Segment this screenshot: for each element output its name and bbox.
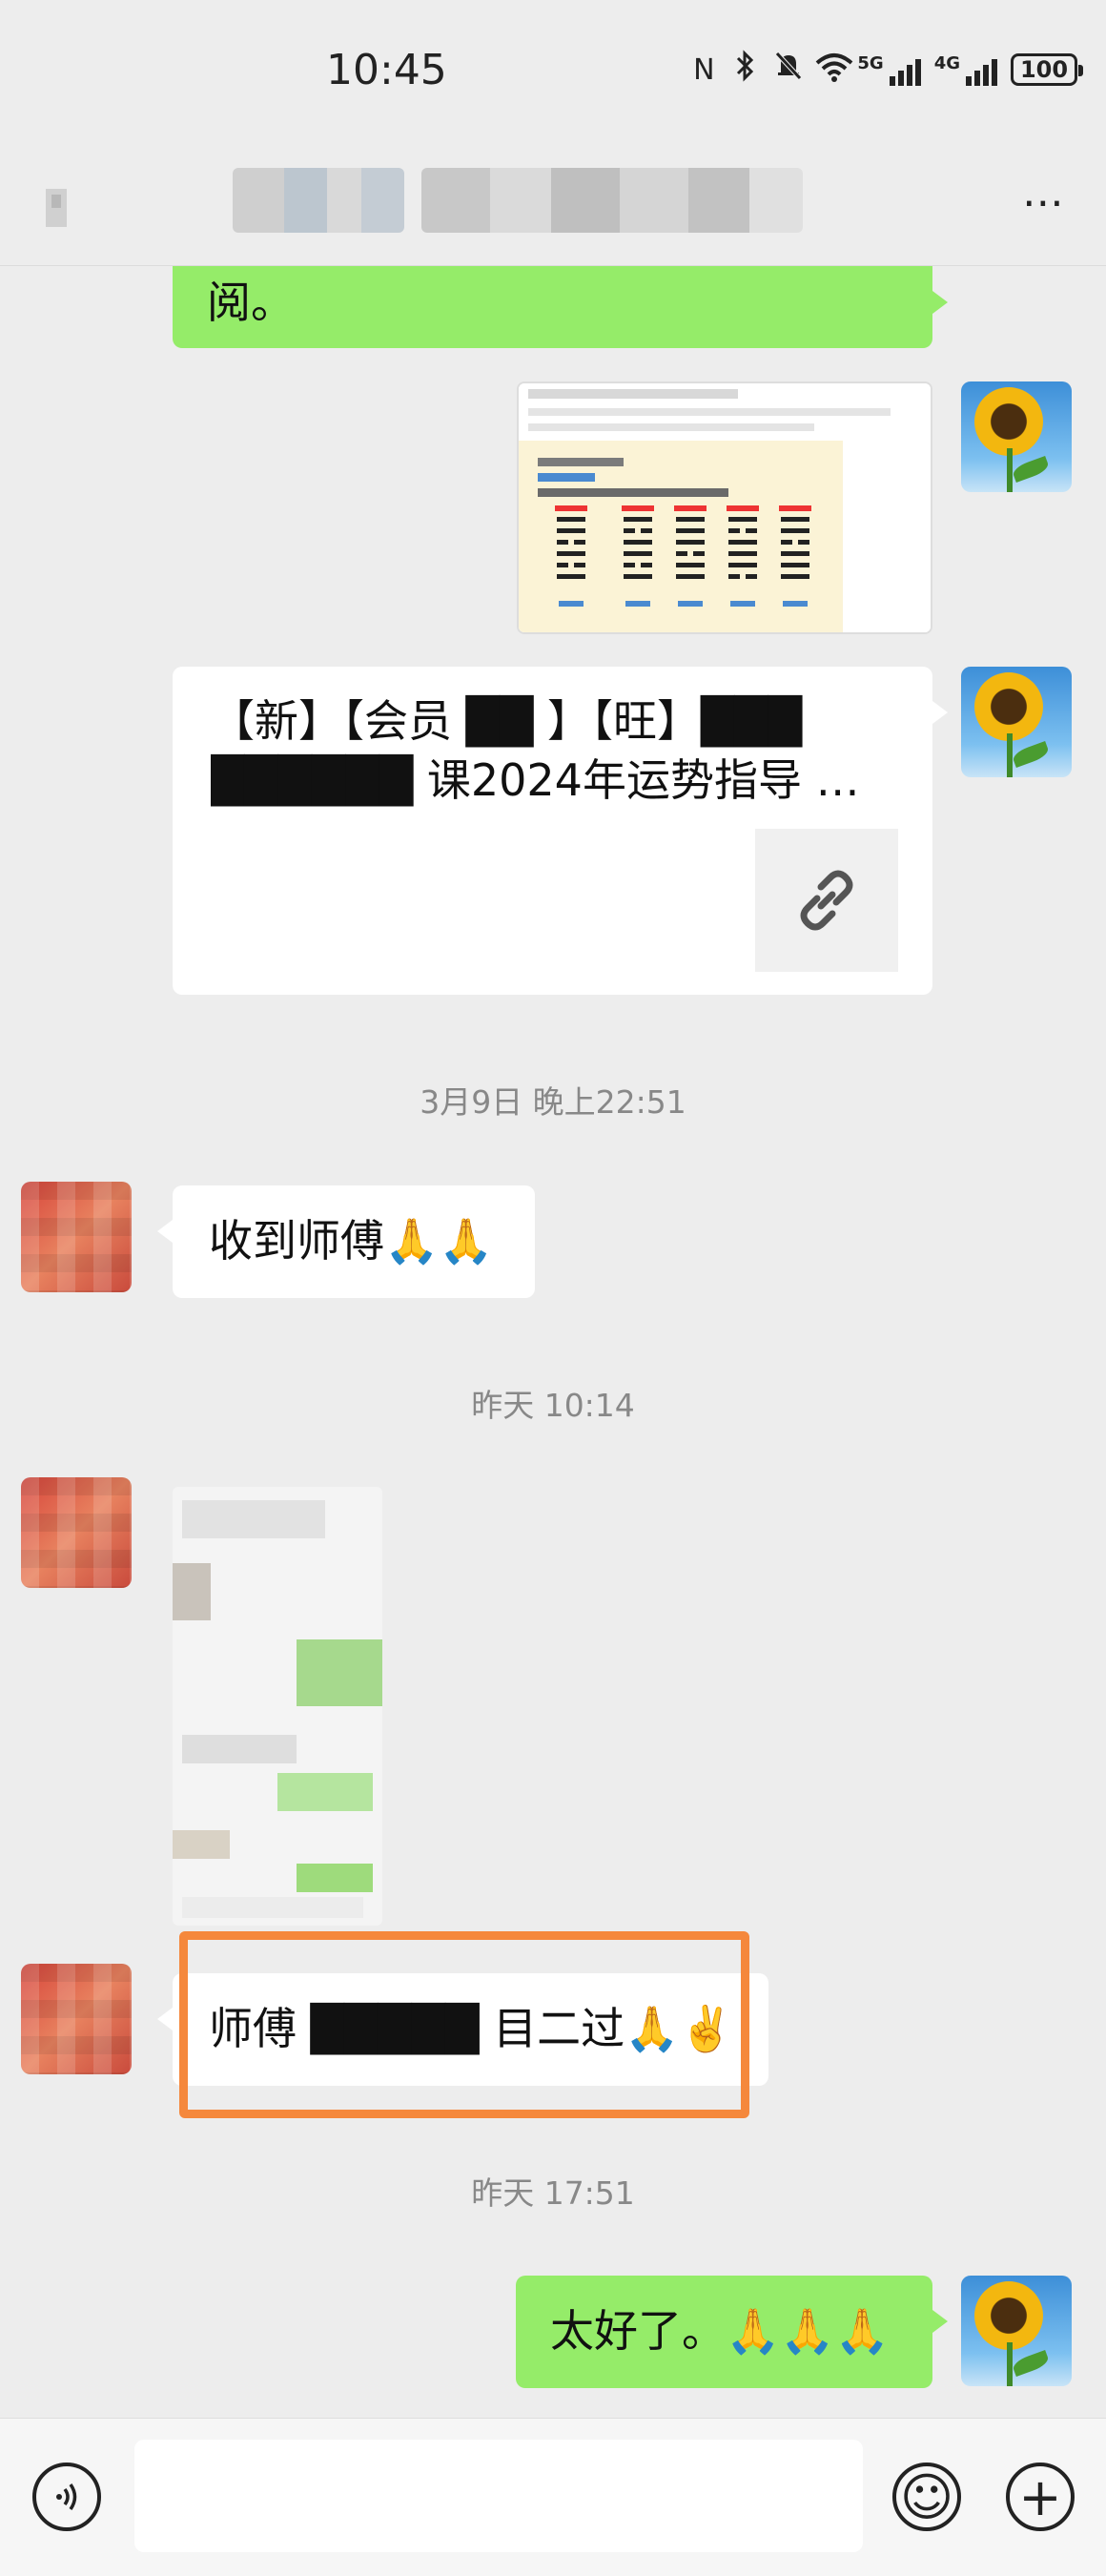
my-avatar[interactable] (961, 667, 1072, 777)
bluetooth-icon (731, 50, 760, 90)
contact-avatar[interactable] (21, 1477, 132, 1588)
message-text: 太好了。🙏🙏🙏 (550, 2305, 890, 2357)
status-bar: 10:45 N 5G 4G 100 (0, 0, 1106, 153)
signal-5g-icon: 5G (857, 53, 921, 86)
timestamp: 3月9日 晚上22:51 (420, 1083, 686, 1121)
link-card-message[interactable]: 【新】【会员 ██ 】【旺】███ ██████ 课2024年运势指导 … (173, 667, 948, 995)
link-card-title: 【新】【会员 ██ 】【旺】███ (211, 695, 803, 747)
more-actions-button[interactable]: + (1006, 2463, 1075, 2531)
my-avatar[interactable] (961, 2276, 1072, 2386)
wifi-icon (815, 50, 853, 90)
message-text: 收到师傅🙏🙏 (209, 1215, 494, 1267)
battery-icon: 100 (1011, 53, 1083, 86)
message-bubble-mine[interactable]: 阅。 (173, 266, 948, 348)
plus-icon: + (1018, 2466, 1062, 2527)
voice-input-button[interactable] (32, 2463, 101, 2531)
emoji-icon: ☺ (899, 2466, 954, 2527)
sent-image-thumbnail[interactable] (517, 381, 932, 634)
back-button[interactable] (36, 181, 90, 235)
timestamp: 昨天 10:14 (471, 1387, 635, 1424)
contact-avatar[interactable] (21, 1182, 132, 1292)
link-icon (755, 829, 898, 972)
received-image-blurred[interactable] (173, 1487, 382, 1926)
chat-subtitle-blurred (421, 168, 803, 233)
message-text-input[interactable] (134, 2440, 863, 2552)
status-icons: N 5G 4G 100 (689, 50, 1083, 90)
nfc-icon: N (693, 52, 715, 87)
signal-4g-icon: 4G (934, 53, 997, 86)
orange-highlight-box (179, 1931, 749, 2118)
message-input-bar: ☺ + (0, 2418, 1106, 2576)
my-avatar[interactable] (961, 381, 1072, 492)
chat-title-blurred (233, 168, 404, 233)
status-time: 10:45 (326, 46, 447, 94)
chat-messages[interactable]: 阅。 【新】【会员 ██ 】【旺】███ ██████ 课2024年运势指导 …… (0, 266, 1106, 2418)
message-bubble-received[interactable]: 收到师傅🙏🙏 (157, 1185, 535, 1298)
message-text: 阅。 (207, 277, 295, 328)
link-card-description: ██████ 课2024年运势指导 … (211, 754, 860, 806)
timestamp: 昨天 17:51 (471, 2174, 635, 2212)
chat-title-bar: ⋯ (0, 153, 1106, 266)
contact-avatar[interactable] (21, 1964, 132, 2074)
more-options-button[interactable]: ⋯ (1022, 182, 1066, 224)
mute-bell-icon (773, 50, 803, 90)
emoji-button[interactable]: ☺ (892, 2463, 961, 2531)
message-bubble-mine[interactable]: 太好了。🙏🙏🙏 (516, 2276, 948, 2388)
